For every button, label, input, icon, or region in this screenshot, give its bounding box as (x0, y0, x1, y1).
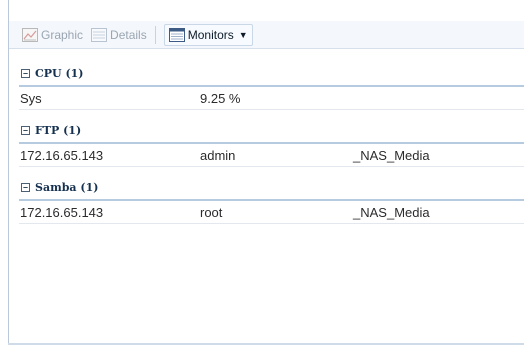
cell-user: admin (200, 147, 236, 163)
collapse-icon[interactable]: − (21, 126, 30, 135)
cell-user: root (200, 204, 223, 220)
group-header-samba[interactable]: − Samba (1) (19, 176, 524, 199)
cell-share: _NAS_Media (353, 204, 430, 220)
details-label: Details (110, 27, 147, 42)
cell-host: 172.16.65.143 (20, 204, 104, 220)
group-title: Samba (1) (35, 181, 99, 194)
table-row[interactable]: 172.16.65.143 admin _NAS_Media (19, 142, 524, 167)
toolbar: Graphic Details Monitors ▼ (9, 21, 524, 49)
group-title: FTP (1) (35, 124, 82, 137)
group-header-ftp[interactable]: − FTP (1) (19, 119, 524, 142)
cell-share: _NAS_Media (353, 147, 430, 163)
toolbar-divider (154, 25, 156, 44)
cell-host: 172.16.65.143 (20, 147, 104, 163)
monitor-panel: Graphic Details Monitors ▼ − CPU (1) Sys… (8, 0, 524, 345)
graphic-label: Graphic (41, 27, 84, 42)
monitors-label: Monitors (187, 27, 234, 42)
graphic-button[interactable]: Graphic (18, 24, 87, 46)
monitors-dropdown[interactable]: Monitors ▼ (163, 23, 253, 46)
chevron-down-icon: ▼ (238, 29, 248, 40)
chart-icon (22, 27, 38, 42)
group-title: CPU (1) (35, 67, 84, 80)
group-header-cpu[interactable]: − CPU (1) (19, 62, 524, 85)
details-icon (91, 27, 108, 42)
table-row[interactable]: 172.16.65.143 root _NAS_Media (19, 199, 524, 224)
collapse-icon[interactable]: − (21, 183, 30, 192)
ftp-group: − FTP (1) 172.16.65.143 admin _NAS_Media (19, 119, 524, 167)
cell-name: Sys (20, 90, 42, 106)
monitor-groups: − CPU (1) Sys 9.25 % − FTP (1) 172.16.65… (19, 62, 524, 224)
monitor-icon (168, 27, 185, 42)
details-button[interactable]: Details (87, 24, 151, 46)
cell-value: 9.25 % (200, 90, 241, 106)
cpu-group: − CPU (1) Sys 9.25 % (19, 62, 524, 110)
collapse-icon[interactable]: − (21, 69, 30, 78)
samba-group: − Samba (1) 172.16.65.143 root _NAS_Medi… (19, 176, 524, 224)
table-row[interactable]: Sys 9.25 % (19, 85, 524, 110)
